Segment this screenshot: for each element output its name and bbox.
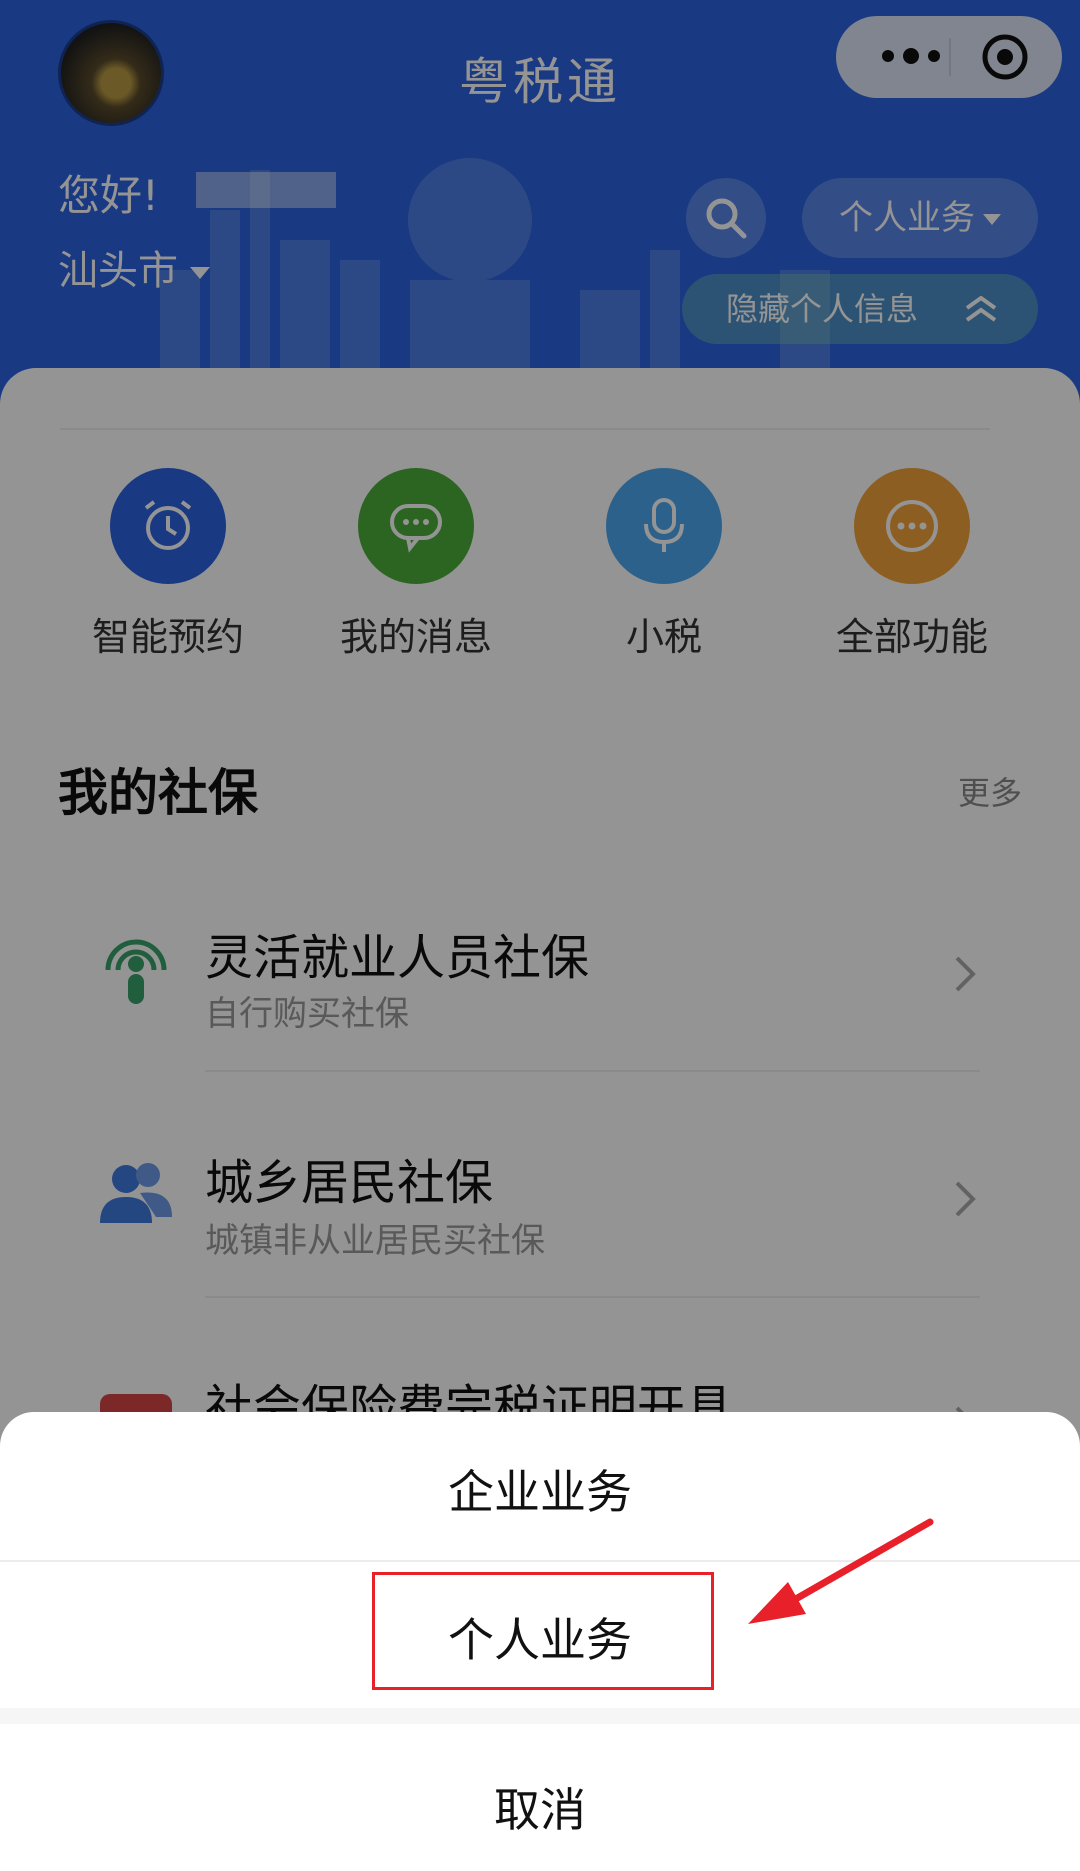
sheet-gap (0, 1708, 1080, 1724)
red-arrow-annotation (748, 1518, 934, 1624)
cancel-button[interactable]: 取消 (0, 1774, 1080, 1840)
action-sheet: 企业业务 个人业务 取消 (0, 1412, 1080, 1871)
